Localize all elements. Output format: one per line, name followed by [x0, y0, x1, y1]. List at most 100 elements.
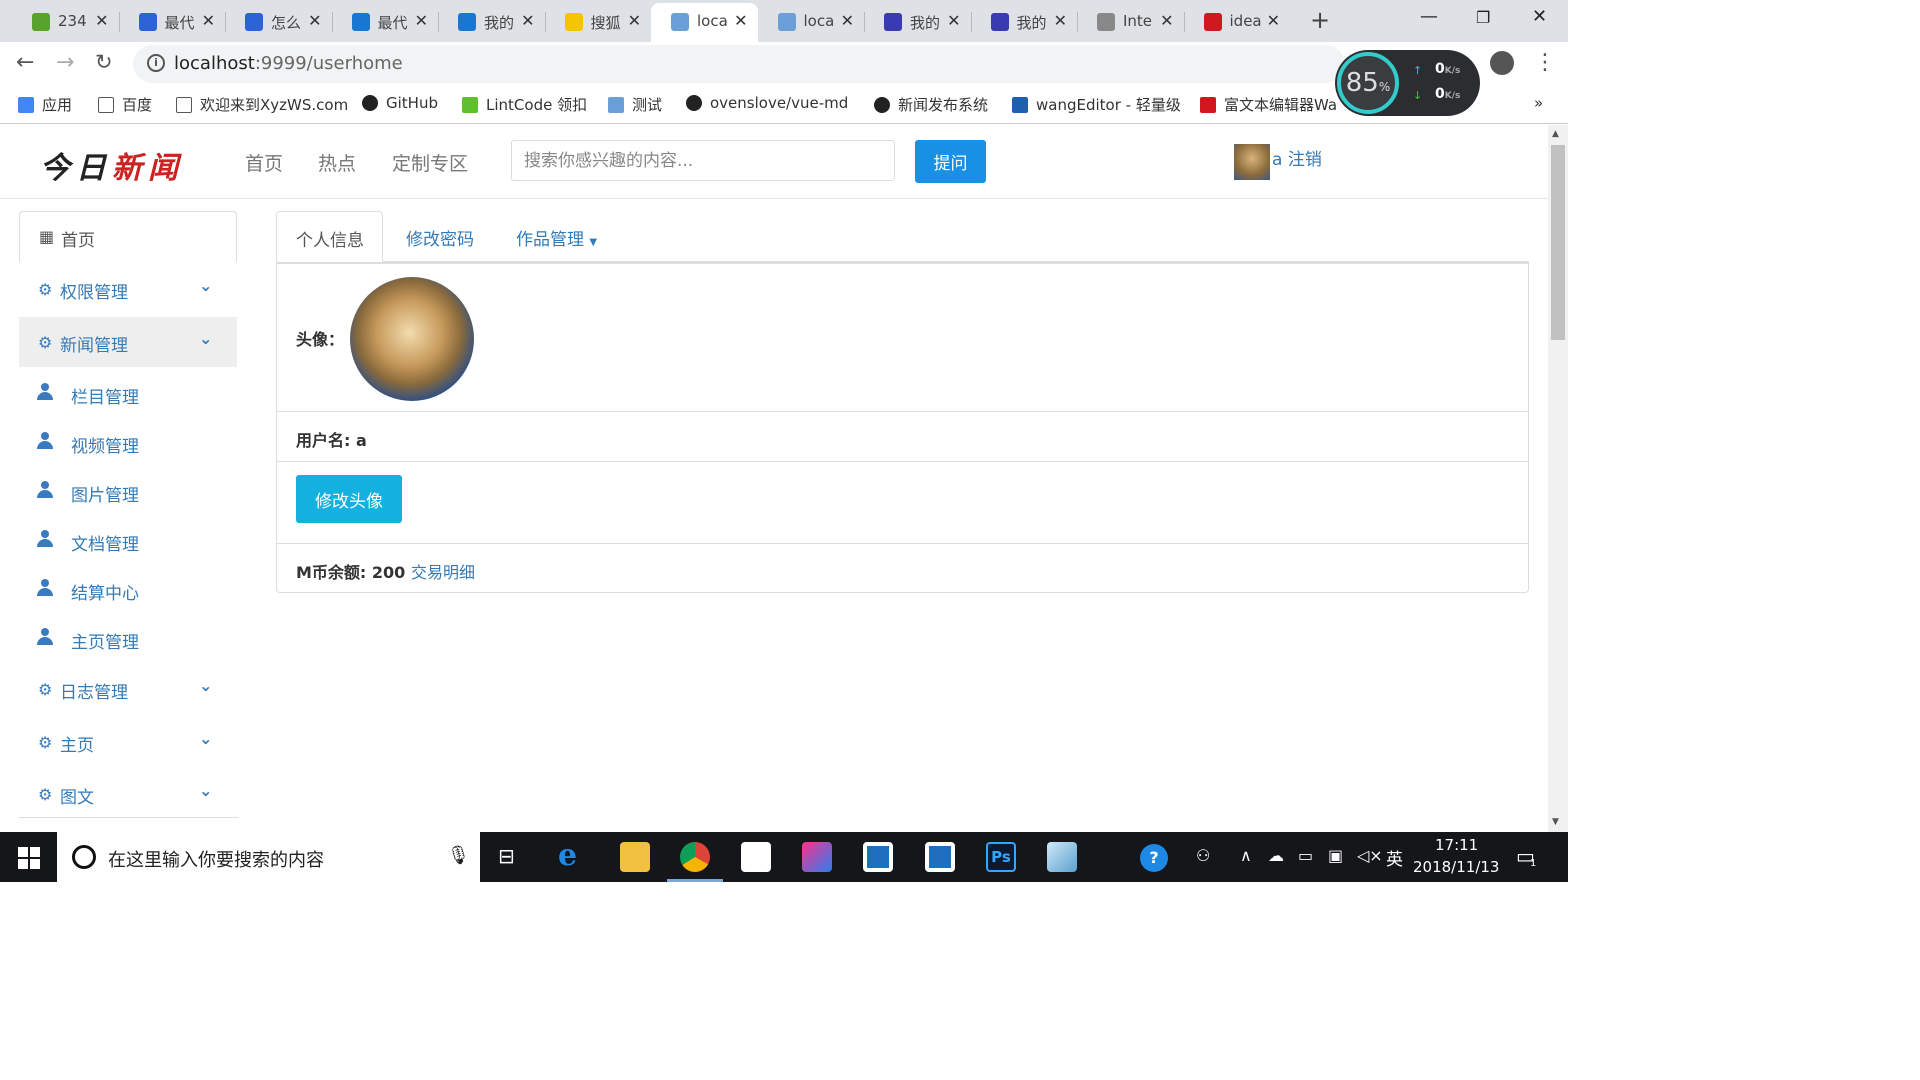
- chevron-down-icon[interactable]: ⌄: [199, 729, 212, 748]
- sidebar-group-item[interactable]: ⚙ 图文 ⌄: [19, 769, 237, 819]
- tab-close-icon[interactable]: ✕: [841, 11, 854, 30]
- notes-app-icon[interactable]: [1047, 842, 1077, 872]
- back-arrow-icon[interactable]: ←: [16, 50, 34, 75]
- bookmark-item[interactable]: 应用: [18, 94, 72, 115]
- minimize-icon[interactable]: —: [1420, 6, 1438, 27]
- clock-date[interactable]: 2018/11/13: [1413, 858, 1499, 876]
- browser-tab[interactable]: 234 ✕: [12, 3, 119, 42]
- nav-home[interactable]: 首页: [245, 149, 283, 176]
- edge-icon[interactable]: e: [558, 841, 588, 872]
- browser-tab[interactable]: loca ✕: [758, 3, 865, 42]
- reload-icon[interactable]: ↻: [95, 50, 113, 74]
- tab-works-management[interactable]: 作品管理 ▼: [516, 211, 597, 262]
- task-view-icon[interactable]: ⊟: [498, 844, 515, 868]
- restore-icon[interactable]: ❐: [1476, 8, 1490, 27]
- sidebar-sub-item[interactable]: 图片管理: [19, 468, 237, 517]
- profile-icon[interactable]: [1490, 51, 1514, 75]
- user-avatar[interactable]: [1234, 144, 1270, 180]
- tab-close-icon[interactable]: ✕: [1267, 11, 1280, 30]
- sidebar-sub-item[interactable]: 栏目管理: [19, 370, 237, 419]
- people-icon[interactable]: ⚇: [1196, 846, 1210, 865]
- browser-tab[interactable]: idea ✕: [1184, 3, 1291, 42]
- site-logo[interactable]: 今日新闻: [40, 143, 184, 187]
- sidebar-sub-item[interactable]: 文档管理: [19, 517, 237, 566]
- sidebar-item-home[interactable]: ▦ 首页: [19, 211, 237, 262]
- browser-tab[interactable]: 搜狐 ✕: [545, 3, 652, 42]
- chevron-down-icon[interactable]: ⌄: [199, 676, 212, 695]
- sidebar-group-item[interactable]: ⚙ 主页 ⌄: [19, 717, 237, 767]
- bookmark-item[interactable]: wangEditor - 轻量级: [1012, 94, 1181, 115]
- tab-change-password[interactable]: 修改密码: [406, 211, 474, 262]
- transactions-link[interactable]: 交易明细: [411, 559, 475, 583]
- forward-arrow-icon[interactable]: →: [56, 50, 74, 75]
- tab-close-icon[interactable]: ✕: [415, 11, 428, 30]
- clock-time[interactable]: 17:11: [1435, 836, 1478, 854]
- browser-tab[interactable]: 怎么 ✕: [225, 3, 332, 42]
- nav-custom-zone[interactable]: 定制专区: [392, 149, 468, 176]
- sidebar-sub-item[interactable]: 主页管理: [19, 615, 237, 664]
- network-icon[interactable]: ▣: [1328, 846, 1343, 865]
- change-avatar-button[interactable]: 修改头像: [296, 475, 402, 523]
- tab-close-icon[interactable]: ✕: [308, 11, 321, 30]
- tab-personal-info[interactable]: 个人信息: [276, 211, 383, 262]
- info-icon[interactable]: i: [147, 54, 165, 72]
- tab-close-icon[interactable]: ✕: [734, 11, 747, 30]
- sidebar-group-item[interactable]: ⚙ 新闻管理 ⌄: [19, 317, 237, 367]
- browser-tab[interactable]: 最代 ✕: [119, 3, 226, 42]
- bookmark-item[interactable]: 富文本编辑器Wa: [1200, 94, 1337, 115]
- network-speed-widget[interactable]: 85% ↑ ↓ 0K/s 0K/s: [1335, 50, 1480, 116]
- tab-close-icon[interactable]: ✕: [1054, 11, 1067, 30]
- microphone-icon[interactable]: 🎙: [447, 845, 470, 866]
- bookmark-item[interactable]: GitHub: [362, 94, 438, 112]
- chrome-icon[interactable]: [680, 842, 710, 872]
- tab-close-icon[interactable]: ✕: [628, 11, 641, 30]
- new-tab-button[interactable]: +: [1310, 6, 1330, 34]
- mail-icon[interactable]: [741, 842, 771, 872]
- sidebar-sub-item[interactable]: 结算中心: [19, 566, 237, 615]
- browser-tab[interactable]: 最代 ✕: [332, 3, 439, 42]
- scroll-up-icon[interactable]: ▲: [1552, 129, 1559, 139]
- volume-muted-icon[interactable]: ◁×: [1357, 846, 1383, 865]
- help-icon[interactable]: ?: [1140, 844, 1168, 872]
- menu-dots-icon[interactable]: ⋮: [1534, 50, 1556, 75]
- tab-close-icon[interactable]: ✕: [202, 11, 215, 30]
- bookmark-item[interactable]: 欢迎来到XyzWS.com: [176, 94, 348, 115]
- bookmark-item[interactable]: ovenslove/vue-md: [686, 94, 848, 112]
- chevron-down-icon[interactable]: ⌄: [199, 276, 212, 295]
- input-language[interactable]: 英: [1386, 845, 1403, 870]
- tab-close-icon[interactable]: ✕: [1160, 11, 1173, 30]
- search-input[interactable]: [511, 140, 895, 181]
- file-explorer-icon[interactable]: [620, 842, 650, 872]
- browser-tab[interactable]: Inte ✕: [1077, 3, 1184, 42]
- user-logout-link[interactable]: a 注销: [1272, 145, 1322, 170]
- tray-expand-icon[interactable]: ∧: [1240, 846, 1252, 865]
- windows-start-icon[interactable]: [18, 847, 40, 869]
- close-window-icon[interactable]: ✕: [1532, 6, 1547, 27]
- app-window-icon[interactable]: [863, 842, 893, 872]
- bookmarks-overflow-button[interactable]: »: [1534, 94, 1543, 112]
- chevron-down-icon[interactable]: ⌄: [199, 781, 212, 800]
- sidebar-group-item[interactable]: ⚙ 权限管理 ⌄: [19, 264, 237, 314]
- scroll-thumb[interactable]: [1551, 145, 1565, 340]
- address-bar[interactable]: i localhost:9999/userhome: [133, 45, 1345, 83]
- ask-button[interactable]: 提问: [915, 140, 986, 183]
- scroll-down-icon[interactable]: ▼: [1552, 817, 1559, 827]
- intellij-icon[interactable]: [802, 842, 832, 872]
- browser-tab[interactable]: loca ✕: [651, 3, 758, 42]
- cloud-icon[interactable]: ☁: [1268, 846, 1284, 865]
- browser-tab[interactable]: 我的 ✕: [864, 3, 971, 42]
- tab-close-icon[interactable]: ✕: [95, 11, 108, 30]
- photoshop-icon[interactable]: Ps: [986, 842, 1016, 872]
- browser-tab[interactable]: 我的 ✕: [971, 3, 1078, 42]
- chevron-down-icon[interactable]: ⌄: [199, 329, 212, 348]
- nav-hot[interactable]: 热点: [318, 149, 356, 176]
- sidebar-group-item[interactable]: ⚙ 日志管理 ⌄: [19, 664, 237, 714]
- app-window-icon-2[interactable]: [925, 842, 955, 872]
- bookmark-item[interactable]: 百度: [98, 94, 152, 115]
- sidebar-sub-item[interactable]: 视频管理: [19, 419, 237, 468]
- taskbar-search-box[interactable]: 在这里输入你要搜索的内容 🎙: [57, 832, 480, 882]
- page-scrollbar[interactable]: ▲ ▼: [1548, 125, 1568, 832]
- bookmark-item[interactable]: 测试: [608, 94, 662, 115]
- tab-close-icon[interactable]: ✕: [521, 11, 534, 30]
- battery-icon[interactable]: ▭: [1298, 846, 1313, 865]
